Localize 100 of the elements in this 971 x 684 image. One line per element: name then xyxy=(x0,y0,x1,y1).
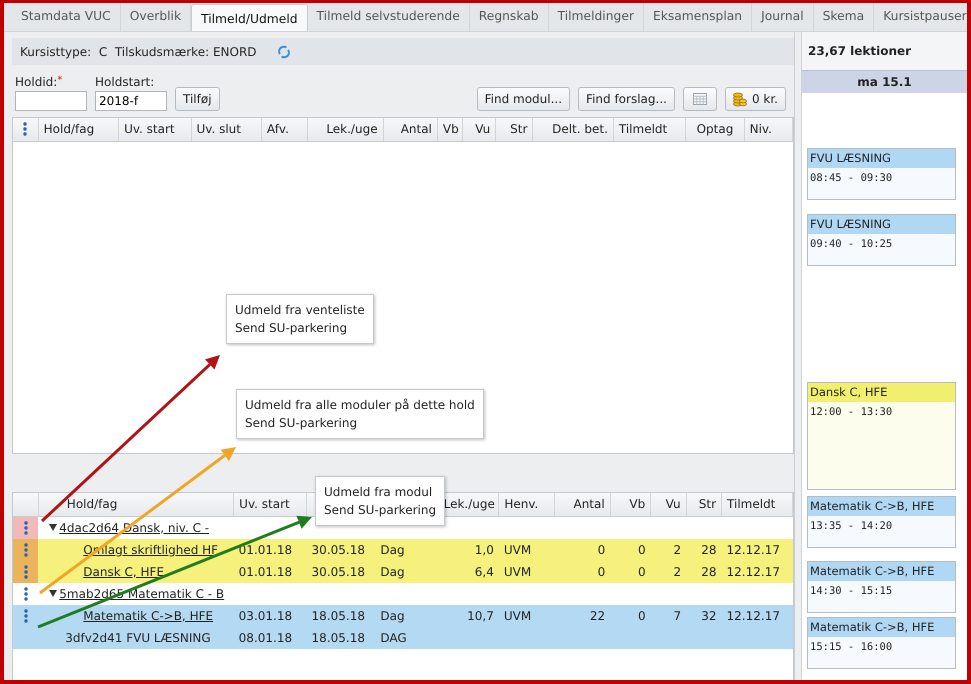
row-menu-button[interactable] xyxy=(13,538,38,560)
table-cell: UVM xyxy=(504,564,532,578)
table-cell: UVM xyxy=(504,542,532,556)
column-header[interactable]: Antal xyxy=(554,493,610,516)
table-cell: DAG xyxy=(380,630,407,644)
column-header[interactable]: Uv. start xyxy=(118,118,191,141)
column-header[interactable]: Lek./uge xyxy=(308,118,384,141)
column-header[interactable]: Vu xyxy=(462,118,496,141)
row-menu-button[interactable] xyxy=(13,560,38,582)
find-button[interactable]: Find modul... xyxy=(476,87,570,111)
holdid-field[interactable] xyxy=(15,91,87,111)
menu-item[interactable]: Send SU-parkering xyxy=(245,414,475,432)
tab[interactable]: Tilmeld/Udmeld xyxy=(191,4,308,31)
coins-button[interactable]: 0 kr. xyxy=(724,87,786,111)
column-header[interactable]: Tilmeldt xyxy=(613,118,686,141)
table-row-highlight[interactable]: Matematik C->B, HFE 03.01.18 18.05.18 Dag 10,7 UVM 22 0 7 32 12.12.17 xyxy=(13,604,792,626)
event-title: FVU LÆSNING xyxy=(808,215,955,234)
expand-toggle-icon[interactable] xyxy=(49,524,58,531)
event-title: Matematik C->B, HFE xyxy=(808,618,955,637)
event-title: Dansk C, HFE xyxy=(808,383,955,402)
table-cell: 03.01.18 xyxy=(238,608,292,622)
table-cell: 08.01.18 xyxy=(238,630,292,644)
column-header[interactable]: Vb xyxy=(610,493,651,516)
column-header[interactable]: Delt. bet. xyxy=(532,118,614,141)
column-header[interactable]: Str xyxy=(686,493,722,516)
calendar-event[interactable]: Dansk C, HFE 12:00 - 13:30 xyxy=(807,382,956,490)
coins-icon xyxy=(732,91,747,107)
field-label: Holdid: xyxy=(15,75,58,89)
dots-icon xyxy=(24,520,28,534)
calendar-event[interactable]: Matematik C->B, HFE 13:35 - 14:20 xyxy=(807,496,956,548)
lesson-total: 23,67 lektioner xyxy=(807,43,912,60)
calendar-event[interactable]: FVU LÆSNING 09:40 - 10:25 xyxy=(807,214,956,266)
calendar-event[interactable]: Matematik C->B, HFE 15:15 - 16:00 xyxy=(807,617,956,669)
table-cell: 28 xyxy=(701,564,717,578)
table-cell: 6,4 xyxy=(474,564,494,578)
column-header[interactable]: Afv. xyxy=(261,118,308,141)
event-time: 08:45 - 09:30 xyxy=(809,171,894,186)
column-menu-icon[interactable] xyxy=(23,122,28,136)
module-link[interactable]: Matematik C->B, HFE xyxy=(83,608,214,622)
column-header[interactable]: Hold/fag xyxy=(38,493,234,516)
menu-item[interactable]: Udmeld fra venteliste xyxy=(235,301,365,319)
table-cell: 0 xyxy=(638,542,646,556)
event-time: 14:30 - 15:15 xyxy=(809,584,894,599)
tab[interactable]: Tilmeld selvstuderende xyxy=(308,3,470,31)
find-button[interactable]: Find forslag... xyxy=(578,87,675,111)
menu-item[interactable]: Udmeld fra alle moduler på dette hold xyxy=(245,396,475,414)
module-link[interactable]: Dansk C, HFE xyxy=(83,564,164,578)
table-cell: 18.05.18 xyxy=(312,630,365,644)
table-cell: 30.05.18 xyxy=(312,564,365,578)
tab[interactable]: Skema xyxy=(814,3,874,31)
menu-item[interactable]: Send SU-parkering xyxy=(235,319,365,337)
event-time: 12:00 - 13:30 xyxy=(809,405,894,420)
add-button[interactable]: Tilføj xyxy=(175,87,220,111)
table-cell: 30.05.18 xyxy=(312,542,365,556)
tab[interactable]: Kursistpauser xyxy=(874,3,967,31)
table-cell: 10,7 xyxy=(467,608,494,622)
column-header[interactable]: Optag xyxy=(686,118,744,141)
table-row-highlight[interactable]: Dansk C, HFE 01.01.18 30.05.18 Dag 6,4 UVM 0 0 2 28 12.12.17 xyxy=(13,560,792,582)
calendar-event[interactable]: FVU LÆSNING 08:45 - 09:30 xyxy=(807,148,956,200)
calendar-button[interactable] xyxy=(682,87,717,111)
table-cell: Dag xyxy=(380,564,405,578)
column-header[interactable]: Str xyxy=(496,118,533,141)
tab[interactable]: Stamdata VUC xyxy=(12,3,121,31)
calendar-event[interactable]: Matematik C->B, HFE 14:30 - 15:15 xyxy=(807,561,956,613)
event-title: Matematik C->B, HFE xyxy=(808,562,955,581)
table-cell: Dag xyxy=(380,608,405,622)
column-header[interactable]: Hold/fag xyxy=(38,118,119,141)
tab[interactable]: Eksamensplan xyxy=(644,3,752,31)
column-header[interactable]: Antal xyxy=(383,118,438,141)
table-cell: 12.12.17 xyxy=(726,608,780,622)
expand-toggle-icon[interactable] xyxy=(49,590,58,597)
table-cell: 2 xyxy=(673,542,682,556)
column-header[interactable]: Uv. slut xyxy=(191,118,262,141)
column-header[interactable]: Vu xyxy=(650,493,686,516)
event-title: FVU LÆSNING xyxy=(808,149,955,168)
dots-icon xyxy=(24,608,28,622)
column-header[interactable]: Vb xyxy=(437,118,463,141)
tab[interactable]: Regnskab xyxy=(470,3,549,31)
table-cell: 18.05.18 xyxy=(312,608,365,622)
table-cell: 12.12.17 xyxy=(726,564,780,578)
refresh-icon[interactable] xyxy=(276,44,291,58)
table-cell: 0 xyxy=(638,564,646,578)
tab[interactable]: Journal xyxy=(752,3,814,31)
table-cell: 7 xyxy=(673,608,682,622)
row-menu-button[interactable] xyxy=(13,516,38,538)
column-header[interactable]: Tilmeldt xyxy=(722,493,792,516)
table-cell: 0 xyxy=(598,542,606,556)
holdstart-field[interactable]: 2018-f xyxy=(95,91,167,111)
menu-item[interactable]: Udmeld fra modul xyxy=(324,483,436,501)
required-mark: * xyxy=(57,75,62,88)
table-cell: 1,0 xyxy=(474,542,494,556)
menu-item[interactable]: Send SU-parkering xyxy=(324,501,436,519)
day-header: ma 15.1 xyxy=(802,70,967,93)
table-cell: UVM xyxy=(504,608,532,622)
table-cell: 3dfv2d41 FVU LÆSNING xyxy=(65,630,211,644)
tab[interactable]: Tilmeldinger xyxy=(548,3,644,31)
column-header[interactable]: Niv. xyxy=(744,118,792,141)
column-header[interactable]: Henv. xyxy=(498,493,555,516)
table-row-highlight[interactable]: 3dfv2d41 FVU LÆSNING 08.01.18 18.05.18 DAG xyxy=(13,626,792,648)
column-header[interactable]: Uv. start xyxy=(234,493,307,516)
